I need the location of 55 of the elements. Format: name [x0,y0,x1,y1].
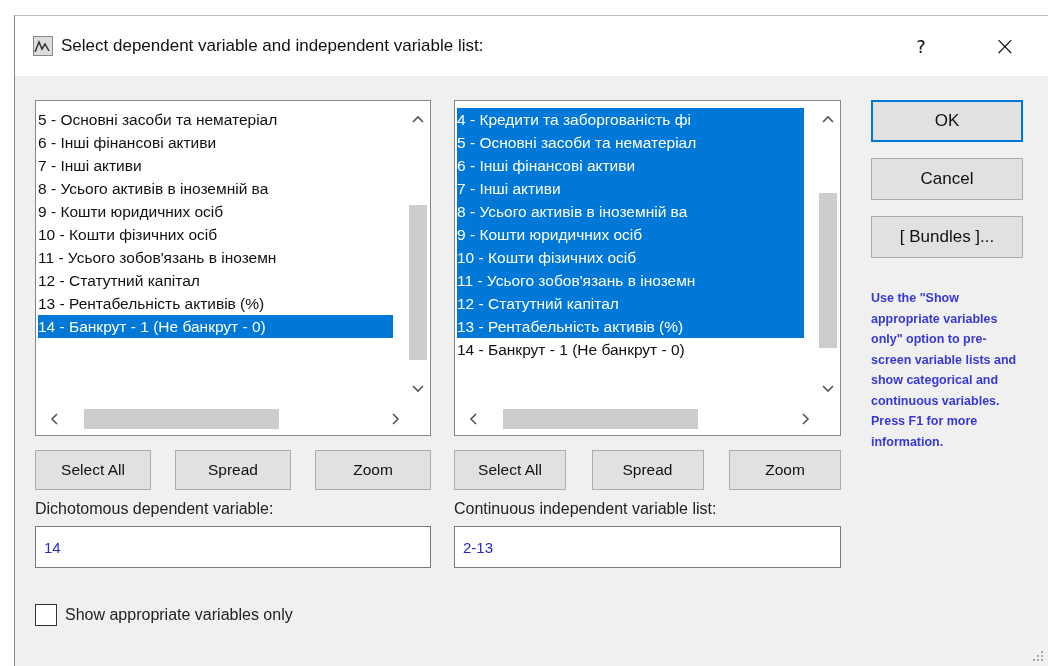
field-label: Continuous independent variable list: [454,500,718,518]
list-item[interactable]: 14 - Банкрут - 1 (Не банкрут - 0) [457,338,804,361]
list-item[interactable]: 10 - Кошти фізичних осіб [457,246,804,269]
list-item[interactable]: 13 - Рентабельність активів (%) [38,292,394,315]
dialog-button[interactable]: OK [871,100,1023,142]
variable-input-field[interactable]: 2-13 [454,526,841,568]
help-button[interactable]: ? [898,26,944,66]
scroll-left-icon[interactable] [50,413,58,425]
list-item[interactable]: 6 - Інші фінансові активи [38,131,394,154]
list-item[interactable]: 5 - Основні засоби та нематеріал [38,108,394,131]
scrollbar-thumb[interactable] [819,193,837,348]
chart-icon [33,36,53,56]
list-item[interactable]: 12 - Статутний капітал [457,292,804,315]
variable-input-field[interactable]: 14 [35,526,431,568]
dialog-button[interactable]: Cancel [871,158,1023,200]
field-label: Dichotomous dependent variable: [35,500,275,518]
list-action-button[interactable]: Select All [454,450,566,490]
scroll-down-icon[interactable] [822,385,834,393]
scrollbar-thumb[interactable] [503,409,698,429]
help-text: Use the "Show appropriate variables only" option to pre-screen variable lists and show categorical and continuous variables. Press F1 for more information. [871,290,1018,451]
checkbox-label[interactable]: Show appropriate variables only [65,606,293,624]
scrollbar-thumb[interactable] [409,205,427,360]
checkbox[interactable] [35,604,57,626]
list-action-button[interactable]: Zoom [729,450,841,490]
variable-list[interactable] [35,100,431,436]
list-item[interactable]: 14 - Банкрут - 1 (Не банкрут - 0) [38,315,394,338]
scroll-right-icon[interactable] [802,413,810,425]
list-item[interactable]: 12 - Статутний капітал [38,269,394,292]
list-item[interactable]: 4 - Кредити та заборгованість фі [457,108,804,131]
list-action-button[interactable]: Zoom [315,450,431,490]
list-item[interactable]: 6 - Інші фінансові активи [457,154,804,177]
dialog-button[interactable]: [ Bundles ]... [871,216,1023,258]
close-button[interactable]: × [982,26,1028,66]
window-title: Select dependent variable and independent variable list: [61,36,485,56]
list-action-button[interactable]: Spread [591,450,704,490]
list-item[interactable]: 8 - Усього активів в іноземній ва [38,177,394,200]
scroll-up-icon[interactable] [822,115,834,123]
list-item[interactable]: 11 - Усього зобов'язань в іноземн [457,269,804,292]
scrollbar-thumb[interactable] [84,409,279,429]
list-item[interactable]: 9 - Кошти юридичних осіб [38,200,394,223]
scroll-down-icon[interactable] [412,385,424,393]
list-item[interactable]: 5 - Основні засоби та нематеріал [457,131,804,154]
list-item[interactable]: 11 - Усього зобов'язань в іноземн [38,246,394,269]
scroll-up-icon[interactable] [412,115,424,123]
list-action-button[interactable]: Select All [35,450,151,490]
list-item[interactable]: 7 - Інші активи [457,177,804,200]
list-item[interactable]: 7 - Інші активи [38,154,394,177]
list-item[interactable]: 8 - Усього активів в іноземній ва [457,200,804,223]
list-item[interactable]: 10 - Кошти фізичних осіб [38,223,394,246]
list-item[interactable]: 9 - Кошти юридичних осіб [457,223,804,246]
list-item[interactable]: 13 - Рентабельність активів (%) [457,315,804,338]
resize-grip-icon[interactable] [1032,650,1044,662]
scroll-left-icon[interactable] [469,413,477,425]
list-action-button[interactable]: Spread [175,450,291,490]
scroll-right-icon[interactable] [392,413,400,425]
